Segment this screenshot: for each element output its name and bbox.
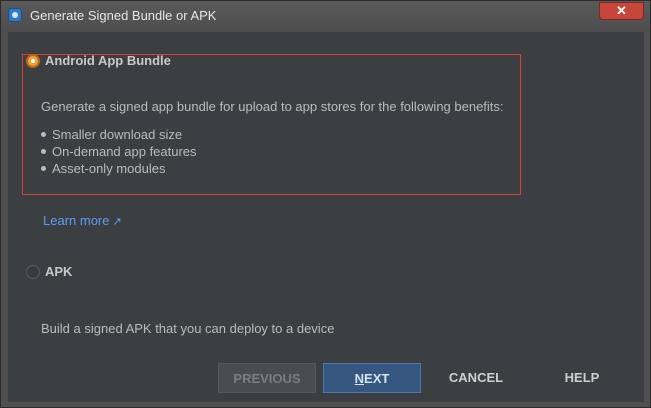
list-item: Smaller download size: [41, 126, 197, 143]
list-item: On-demand app features: [41, 143, 197, 160]
cancel-button[interactable]: CANCEL: [426, 363, 526, 393]
option-label-apk[interactable]: APK: [45, 264, 72, 279]
learn-more-link[interactable]: Learn more ↗: [43, 213, 122, 228]
next-button[interactable]: NEXT: [323, 363, 421, 393]
help-button[interactable]: HELP: [534, 363, 630, 393]
close-button[interactable]: ✕: [599, 2, 644, 20]
list-item: Asset-only modules: [41, 160, 197, 177]
android-studio-icon: [8, 8, 22, 22]
radio-apk[interactable]: [26, 265, 40, 279]
title-bar[interactable]: Generate Signed Bundle or APK ✕: [1, 1, 650, 31]
apk-description: Build a signed APK that you can deploy t…: [41, 321, 335, 336]
option-label-android-app-bundle[interactable]: Android App Bundle: [45, 53, 171, 68]
bullet-icon: [41, 166, 46, 171]
bullet-icon: [41, 132, 46, 137]
dialog-window: Generate Signed Bundle or APK ✕ Android …: [0, 0, 651, 408]
previous-button[interactable]: PREVIOUS: [218, 363, 316, 393]
bundle-description: Generate a signed app bundle for upload …: [41, 99, 504, 114]
dialog-content: Android App Bundle Generate a signed app…: [8, 32, 644, 402]
benefits-list: Smaller download size On-demand app feat…: [41, 126, 197, 177]
window-title: Generate Signed Bundle or APK: [30, 8, 217, 23]
bullet-icon: [41, 149, 46, 154]
radio-android-app-bundle[interactable]: [26, 54, 40, 68]
external-link-icon: ↗: [112, 216, 122, 228]
